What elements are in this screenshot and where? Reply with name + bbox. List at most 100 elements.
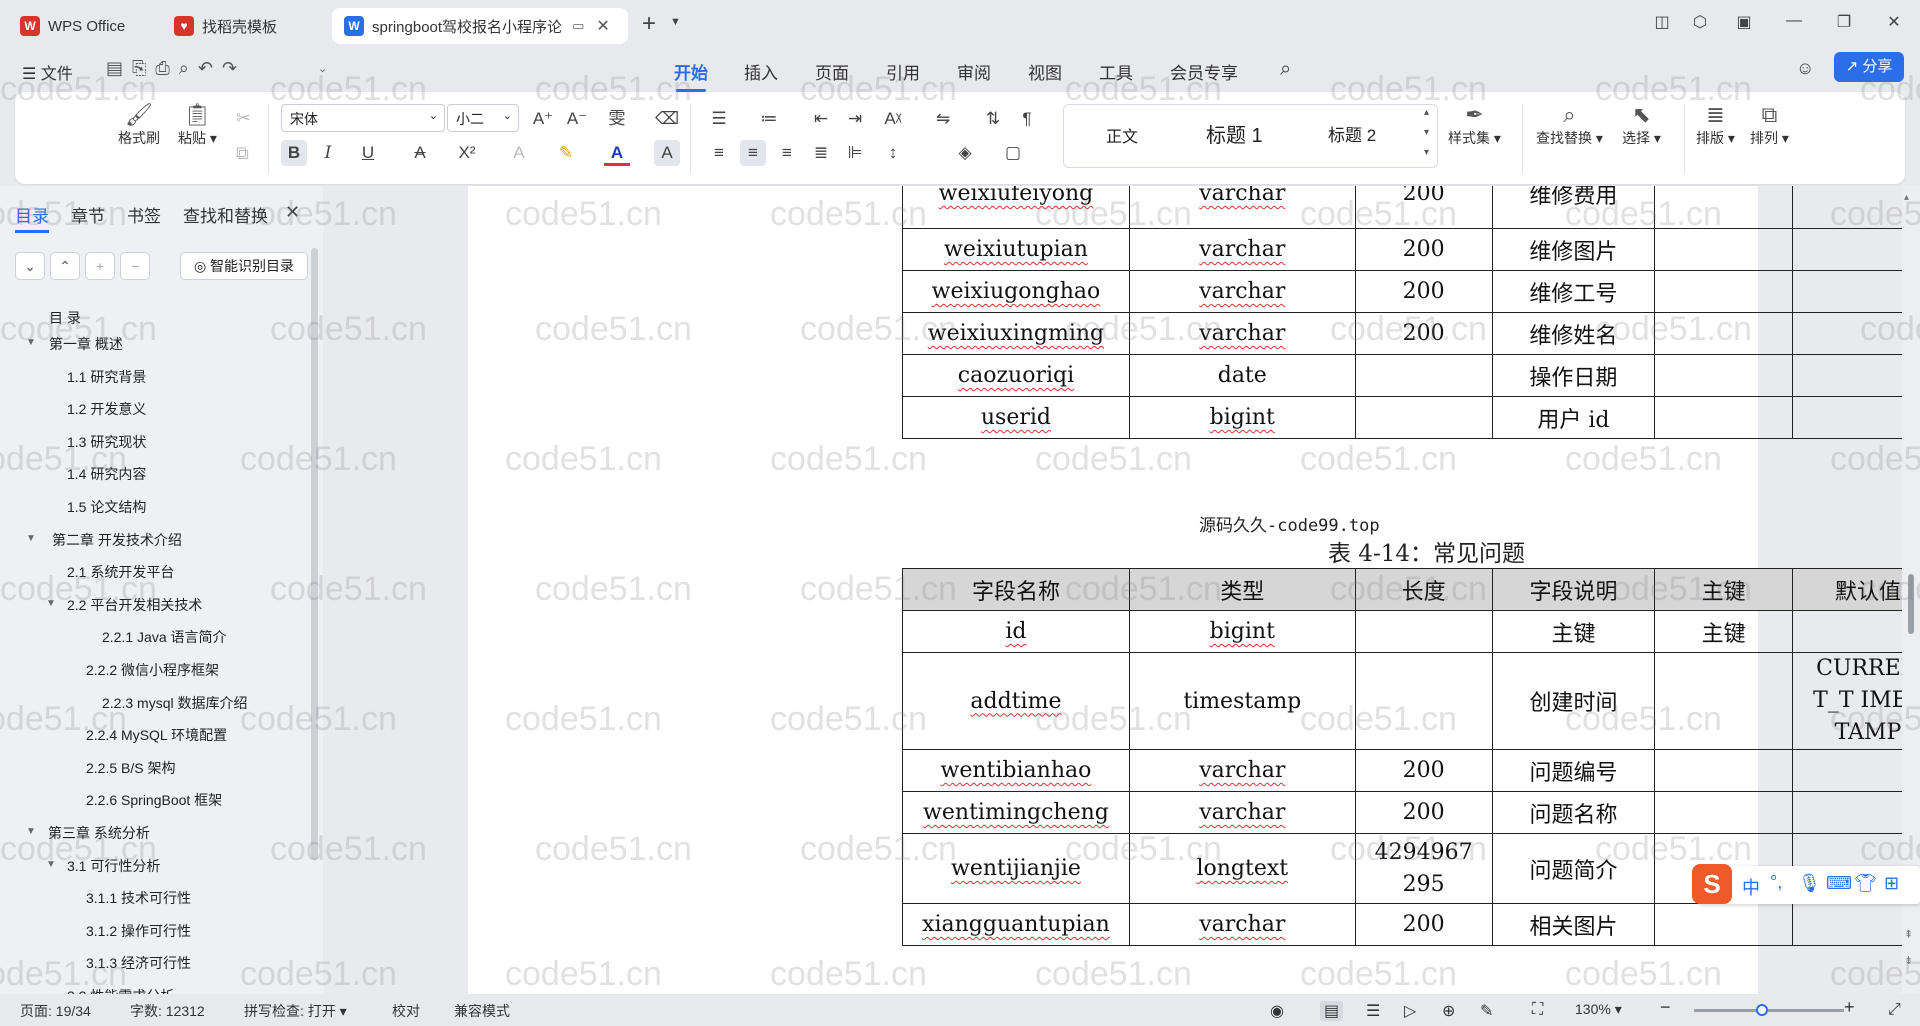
table-cell[interactable]: 相关图片	[1491, 903, 1656, 946]
remove-heading-icon[interactable]: −	[120, 252, 150, 280]
toc-item[interactable]: 第二章 开发技术介绍	[52, 530, 182, 550]
smart-toc-button[interactable]: ◎ 智能识别目录	[180, 252, 308, 280]
toc-item[interactable]: 2.2.6 SpringBoot 框架	[86, 790, 222, 810]
table-cell[interactable]: weixiuxingming	[902, 312, 1130, 355]
page-view-icon[interactable]: ▤	[1320, 1001, 1344, 1021]
select-button[interactable]: ⬉ 选择 ▾	[1622, 102, 1661, 148]
toc-item[interactable]: 2.2.5 B/S 架构	[86, 758, 175, 778]
tab-current-document[interactable]: W springboot驾校报名小程序论 ▭ ✕	[332, 8, 628, 44]
table-cell[interactable]: weixiugonghao	[902, 270, 1130, 313]
table-cell[interactable]: caozuoriqi	[902, 354, 1130, 397]
toc-item[interactable]: 1.3 研究现状	[67, 432, 146, 452]
table-cell[interactable]	[1654, 270, 1794, 313]
ime-chinese-mode-icon[interactable]: 中	[1742, 874, 1760, 900]
ime-toolbar[interactable]: S 中 °, 🎙︎ ⌨ 👕︎ ⊞	[1692, 864, 1920, 904]
tab-references[interactable]: 引用	[886, 59, 920, 84]
next-page-icon[interactable]: ⇟	[1904, 954, 1913, 967]
style-scroll-up-icon[interactable]: ▴	[1424, 107, 1429, 118]
toc-item[interactable]: 2.2.1 Java 语言简介	[102, 627, 227, 647]
table-cell[interactable]	[1792, 186, 1920, 229]
toc-item[interactable]: 3.1.2 操作可行性	[86, 921, 191, 941]
table-cell[interactable]: 200	[1354, 791, 1493, 834]
toc-item[interactable]: 2.2.4 MySQL 环境配置	[86, 725, 227, 745]
table-cell[interactable]: 维修图片	[1491, 228, 1656, 271]
toc-item[interactable]: 第三章 系统分析	[48, 823, 150, 843]
table-cell[interactable]: 问题编号	[1491, 749, 1656, 792]
table-cell[interactable]	[1354, 610, 1493, 653]
table-cell[interactable]: varchar	[1128, 791, 1356, 834]
table-cell[interactable]: xiangguantupian	[902, 903, 1130, 946]
toc-item[interactable]: 2.1 系统开发平台	[67, 562, 174, 582]
table-cell[interactable]: varchar	[1128, 186, 1356, 229]
share-button[interactable]: ↗ 分享	[1834, 52, 1904, 82]
table-cell[interactable]: weixiutupian	[902, 228, 1130, 271]
toc-expand-caret-icon[interactable]: ▼	[26, 337, 36, 348]
table-cell[interactable]: 主键	[1491, 610, 1656, 653]
annotate-icon[interactable]: ✎	[1480, 1001, 1493, 1021]
collapse-all-icon[interactable]: ⌄	[15, 252, 45, 280]
search-icon[interactable]: ⌕	[1280, 58, 1291, 81]
table-cell[interactable]: wentimingcheng	[902, 791, 1130, 834]
keyboard-icon[interactable]: ⌨	[1826, 873, 1852, 894]
table-cell[interactable]: varchar	[1128, 228, 1356, 271]
table-cell[interactable]	[1654, 228, 1794, 271]
increase-indent-icon[interactable]: ⇥	[842, 106, 868, 132]
style-heading-1[interactable]: 标题 1	[1206, 119, 1263, 148]
table-cell[interactable]: 维修费用	[1491, 186, 1656, 229]
column-header[interactable]: 类型	[1128, 568, 1356, 611]
table-cell[interactable]	[1654, 791, 1794, 834]
text-direction-icon[interactable]: Aᵡ	[880, 106, 906, 132]
close-tab-icon[interactable]: ✕	[596, 16, 609, 36]
sort-icon[interactable]: ⇅	[980, 106, 1006, 132]
tab-docer-templates[interactable]: ♥ 找稻壳模板	[162, 8, 324, 44]
toc-item[interactable]: 3.1 可行性分析	[67, 856, 160, 876]
table-cell[interactable]	[1792, 354, 1920, 397]
style-normal[interactable]: 正文	[1106, 123, 1138, 147]
table-cell[interactable]: weixiufeiyong	[902, 186, 1130, 229]
typeset-button[interactable]: ≣ 排版 ▾	[1696, 102, 1735, 148]
table-cell[interactable]: timestamp	[1128, 652, 1356, 750]
shrink-font-icon[interactable]: A⁻	[564, 106, 590, 132]
underline-button[interactable]: U	[355, 140, 381, 166]
tab-chapters[interactable]: 章节	[71, 202, 105, 227]
toc-item[interactable]: 2.2.2 微信小程序框架	[86, 660, 219, 680]
justify-icon[interactable]: ≣	[808, 140, 834, 166]
table-cell[interactable]	[1654, 312, 1794, 355]
add-heading-icon[interactable]: +	[85, 252, 115, 280]
phonetic-guide-icon[interactable]: 雯	[604, 106, 630, 132]
table-cell[interactable]: addtime	[902, 652, 1130, 750]
clear-format-icon[interactable]: ⌫	[654, 106, 680, 132]
table-cell[interactable]: 维修姓名	[1491, 312, 1656, 355]
table-cell[interactable]: 用户 id	[1491, 396, 1656, 439]
prev-page-icon[interactable]: ⇞	[1904, 928, 1913, 941]
image-icon[interactable]: ▣	[1730, 12, 1758, 32]
table-cell[interactable]: 200	[1354, 749, 1493, 792]
paragraph-shading-icon[interactable]: ◈	[952, 140, 978, 166]
table-cell[interactable]: wentijianjie	[902, 833, 1130, 904]
table-cell[interactable]	[1792, 228, 1920, 271]
table-cell[interactable]	[1792, 610, 1920, 653]
char-shading-icon[interactable]: A	[654, 140, 680, 166]
tab-review[interactable]: 审阅	[957, 59, 991, 84]
tab-home[interactable]: 开始	[674, 59, 708, 92]
chevron-down-icon[interactable]: ▼	[670, 16, 681, 28]
table-cell[interactable]: varchar	[1128, 312, 1356, 355]
tab-tools[interactable]: 工具	[1099, 59, 1133, 84]
table-cell[interactable]: 操作日期	[1491, 354, 1656, 397]
eye-protection-icon[interactable]: ◉	[1270, 1001, 1284, 1021]
table-cell[interactable]	[1792, 749, 1920, 792]
skin-icon[interactable]: 👕︎	[1854, 873, 1877, 894]
tab-wps-office[interactable]: W WPS Office	[8, 8, 154, 44]
align-center-icon[interactable]: ≡	[740, 140, 766, 166]
tab-insert[interactable]: 插入	[744, 59, 778, 84]
table-cell[interactable]	[1354, 354, 1493, 397]
table-cell[interactable]: CURRENT_T IMESTAMP	[1792, 652, 1920, 750]
toc-item[interactable]: 2.2 平台开发相关技术	[67, 595, 202, 615]
toc-expand-caret-icon[interactable]: ▼	[26, 533, 36, 544]
font-name-select[interactable]: 宋体 ⌄	[281, 104, 445, 132]
table-cell[interactable]	[1654, 396, 1794, 439]
tab-page[interactable]: 页面	[815, 59, 849, 84]
scroll-thumb[interactable]	[1908, 574, 1914, 634]
paste-button[interactable]: 📋︎ 粘贴 ▾	[178, 102, 217, 148]
table-cell[interactable]: varchar	[1128, 270, 1356, 313]
